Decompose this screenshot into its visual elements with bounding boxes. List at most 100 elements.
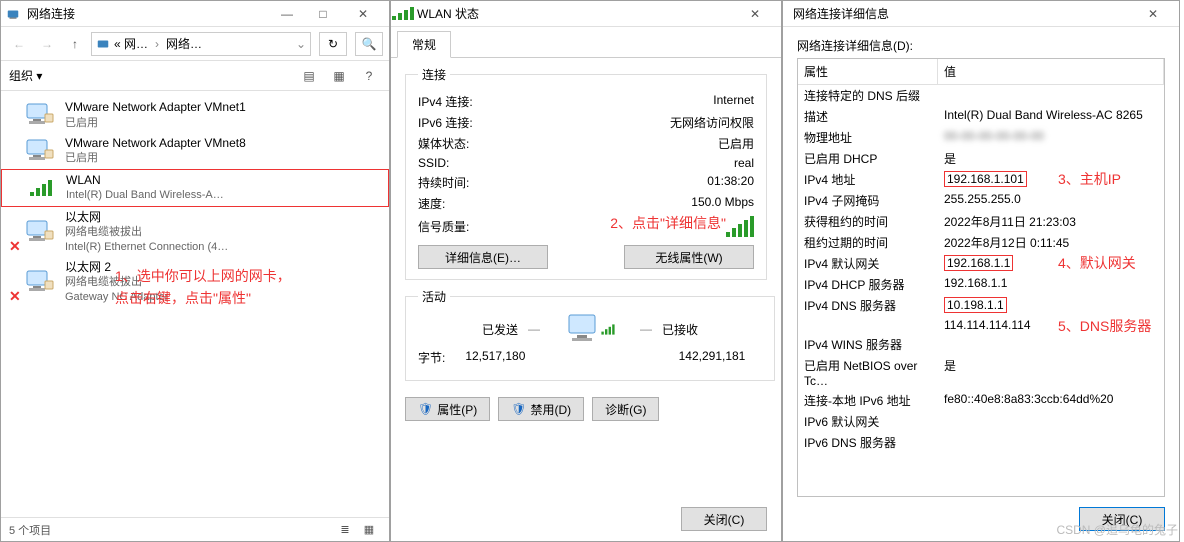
detail-row[interactable]: 已启用 NetBIOS over Tc…是 (798, 355, 1164, 390)
adapter-sub: Intel(R) Dual Band Wireless-A… (66, 188, 378, 202)
nav-row: ← → ↑ « 网… › 网络… ⌄ ↻ 🔍 (1, 27, 389, 61)
detail-prop: 已启用 DHCP (798, 148, 938, 169)
tiles-view-icon[interactable]: ▦ (357, 518, 381, 542)
conn-val: 150.0 Mbps (691, 195, 754, 212)
detail-row[interactable]: IPv4 WINS 服务器 (798, 334, 1164, 355)
detail-row[interactable]: 已启用 DHCP是 (798, 148, 1164, 169)
conn-row: IPv4 连接:Internet (418, 91, 754, 112)
detail-row[interactable]: IPv4 子网掩码255.255.255.0 (798, 190, 1164, 211)
adapter-icon (21, 136, 57, 166)
detail-prop: 连接-本地 IPv6 地址 (798, 390, 938, 411)
close-button[interactable]: 关闭(C) (1079, 507, 1165, 531)
detail-val: 是 (938, 355, 1164, 390)
tab-general[interactable]: 常规 (397, 31, 451, 58)
conn-row: 持续时间:01:38:20 (418, 172, 754, 193)
wireless-properties-button[interactable]: 无线属性(W) (624, 245, 754, 269)
crumb-pre[interactable]: « 网… (114, 35, 148, 52)
app-icon (5, 6, 21, 22)
conn-row: 媒体状态:已启用 (418, 133, 754, 154)
organize-menu[interactable]: 组织 ▾ (9, 67, 42, 84)
search-box[interactable]: 🔍 (355, 32, 383, 56)
status-count: 5 个项目 (9, 522, 51, 538)
diagnose-button[interactable]: 诊断(G) (592, 397, 659, 421)
address-bar[interactable]: « 网… › 网络… ⌄ (91, 32, 311, 56)
help-button[interactable]: ? (357, 64, 381, 88)
disconnected-icon: ✕ (9, 288, 21, 305)
window-connection-details: 网络连接详细信息 ✕ 网络连接详细信息(D): 属性 值 连接特定的 DNS 后… (782, 0, 1180, 542)
detail-prop (798, 316, 938, 334)
window-network-connections: 网络连接 — □ ✕ ← → ↑ « 网… › 网络… ⌄ ↻ 🔍 组织 ▾ ▤… (0, 0, 390, 542)
detail-val (938, 334, 1164, 355)
adapter-item[interactable]: VMware Network Adapter VMnet1已启用 (1, 97, 389, 133)
maximize-button[interactable]: □ (305, 1, 341, 27)
adapter-item[interactable]: VMware Network Adapter VMnet8已启用 (1, 133, 389, 169)
sent-label: 已发送 (418, 321, 518, 338)
detail-row[interactable]: 描述Intel(R) Dual Band Wireless-AC 8265 (798, 106, 1164, 127)
shield-icon: 🛡 (418, 402, 433, 416)
crumb-sep: › (152, 37, 162, 51)
detail-row[interactable]: IPv4 地址192.168.1.1013、主机IP (798, 169, 1164, 190)
detail-row[interactable]: 物理地址00-00-00-00-00-00 (798, 127, 1164, 148)
detail-val: 2022年8月12日 0:11:45 (938, 232, 1164, 253)
activity-legend: 活动 (418, 288, 450, 305)
adapter-item[interactable]: WLANIntel(R) Dual Band Wireless-A… (1, 169, 389, 207)
detail-val: 255.255.255.0 (938, 190, 1164, 211)
detail-row[interactable]: 获得租约的时间2022年8月11日 21:23:03 (798, 211, 1164, 232)
details-button[interactable]: 详细信息(E)… (418, 245, 548, 269)
header-val[interactable]: 值 (938, 59, 1164, 84)
addr-dropdown-icon[interactable]: ⌄ (296, 37, 306, 51)
detail-row[interactable]: 租约过期的时间2022年8月12日 0:11:45 (798, 232, 1164, 253)
adapter-sub: 网络电缆被拔出Intel(R) Ethernet Connection (4… (65, 225, 379, 254)
properties-button[interactable]: 🛡属性(P) (405, 397, 490, 421)
crumb-cur[interactable]: 网络… (166, 35, 202, 52)
adapter-item[interactable]: ✕以太网网络电缆被拔出Intel(R) Ethernet Connection … (1, 207, 389, 257)
close-button[interactable]: ✕ (1131, 1, 1175, 27)
minimize-button[interactable]: — (269, 1, 305, 27)
adapter-name: WLAN (66, 173, 378, 189)
detail-prop: IPv4 WINS 服务器 (798, 334, 938, 355)
details-view-icon[interactable]: ≣ (333, 518, 357, 542)
detail-row[interactable]: IPv6 默认网关 (798, 411, 1164, 432)
adapter-item[interactable]: ✕以太网 2网络电缆被拔出Gateway NC Adapter (1, 257, 389, 307)
close-button[interactable]: ✕ (341, 1, 385, 27)
back-button[interactable]: ← (7, 32, 31, 56)
detail-prop: IPv4 DHCP 服务器 (798, 274, 938, 295)
detail-row[interactable]: 连接-本地 IPv6 地址fe80::40e8:8a83:3ccb:64dd%2… (798, 390, 1164, 411)
adapter-icon (22, 173, 58, 203)
bytes-sent: 12,517,180 (445, 349, 545, 366)
detail-prop: 连接特定的 DNS 后缀 (798, 85, 938, 106)
detail-val: 192.168.1.14、默认网关 (938, 253, 1164, 274)
detail-row[interactable]: IPv4 默认网关192.168.1.14、默认网关 (798, 253, 1164, 274)
header-prop[interactable]: 属性 (798, 59, 938, 84)
view-icons-button[interactable]: ▤ (297, 64, 321, 88)
activity-group: 活动 已发送 — — 已接收 字节: (405, 288, 775, 381)
up-button[interactable]: ↑ (63, 32, 87, 56)
detail-val: 114.114.114.1145、DNS服务器 (938, 316, 1164, 334)
detail-val: 10.198.1.1 (938, 295, 1164, 316)
view-details-button[interactable]: ▦ (327, 64, 351, 88)
close-button[interactable]: ✕ (733, 1, 777, 27)
conn-key: 速度: (418, 195, 445, 212)
detail-row[interactable]: IPv4 DNS 服务器10.198.1.1 (798, 295, 1164, 316)
close-button[interactable]: 关闭(C) (681, 507, 767, 531)
window-wlan-status: WLAN 状态 ✕ 常规 连接 IPv4 连接:InternetIPv6 连接:… (390, 0, 782, 542)
title-text: 网络连接 (27, 5, 269, 22)
detail-row[interactable]: IPv4 DHCP 服务器192.168.1.1 (798, 274, 1164, 295)
detail-prop: IPv6 默认网关 (798, 411, 938, 432)
title-text: 网络连接详细信息 (793, 5, 1131, 22)
conn-key: 媒体状态: (418, 135, 469, 152)
conn-row: IPv6 连接:无网络访问权限 (418, 112, 754, 133)
detail-prop: 物理地址 (798, 127, 938, 148)
detail-row[interactable]: 114.114.114.1145、DNS服务器 (798, 316, 1164, 334)
disable-button[interactable]: 🛡禁用(D) (498, 397, 584, 421)
refresh-button[interactable]: ↻ (319, 32, 347, 56)
adapter-icon: ✕ (21, 260, 57, 304)
conn-val: Internet (713, 93, 754, 110)
detail-val: 192.168.1.1013、主机IP (938, 169, 1164, 190)
detail-row[interactable]: IPv6 DNS 服务器 (798, 432, 1164, 453)
adapter-sub: 已启用 (65, 116, 379, 130)
forward-button[interactable]: → (35, 32, 59, 56)
connection-legend: 连接 (418, 66, 450, 83)
adapter-icon: ✕ (21, 210, 57, 254)
detail-row[interactable]: 连接特定的 DNS 后缀 (798, 85, 1164, 106)
